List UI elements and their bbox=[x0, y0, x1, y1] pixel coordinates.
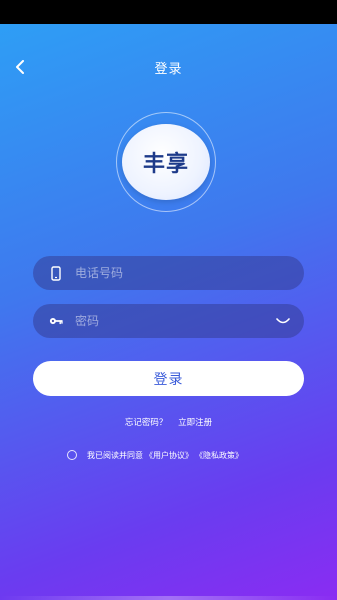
password-input[interactable] bbox=[75, 314, 274, 328]
page-title: 登录 bbox=[154, 62, 183, 77]
forgot-password-link[interactable]: 忘记密码？ bbox=[125, 418, 168, 428]
logo-text: 丰享 bbox=[142, 152, 189, 177]
login-screen: 登录 丰享 电话号码 登录 忘记密码？ 立即注册 我已阅读并同意 《用户协议》 … bbox=[0, 24, 337, 600]
register-link[interactable]: 立即注册 bbox=[178, 418, 212, 428]
user-agreement-link[interactable]: 《用户协议》 bbox=[145, 450, 193, 461]
phone-field bbox=[33, 256, 304, 290]
agreement-row: 我已阅读并同意 《用户协议》 《隐私政策》 bbox=[67, 448, 243, 462]
eye-closed-icon[interactable] bbox=[274, 314, 292, 328]
agreement-prefix: 我已阅读并同意 bbox=[87, 450, 143, 460]
status-bar bbox=[0, 0, 337, 24]
password-field bbox=[33, 304, 304, 338]
phone-icon bbox=[49, 265, 63, 281]
login-button[interactable]: 登录 bbox=[33, 361, 304, 396]
logo-ring: 丰享 bbox=[116, 112, 216, 212]
key-icon bbox=[49, 313, 63, 329]
privacy-policy-link[interactable]: 《隐私政策》 bbox=[195, 450, 243, 461]
home-indicator bbox=[0, 596, 337, 600]
account-links: 忘记密码？ 立即注册 bbox=[0, 416, 337, 428]
logo: 丰享 bbox=[122, 124, 210, 200]
phone-input[interactable] bbox=[75, 266, 304, 280]
agree-radio[interactable] bbox=[67, 450, 77, 460]
nav-bar: 登录 bbox=[0, 52, 337, 82]
